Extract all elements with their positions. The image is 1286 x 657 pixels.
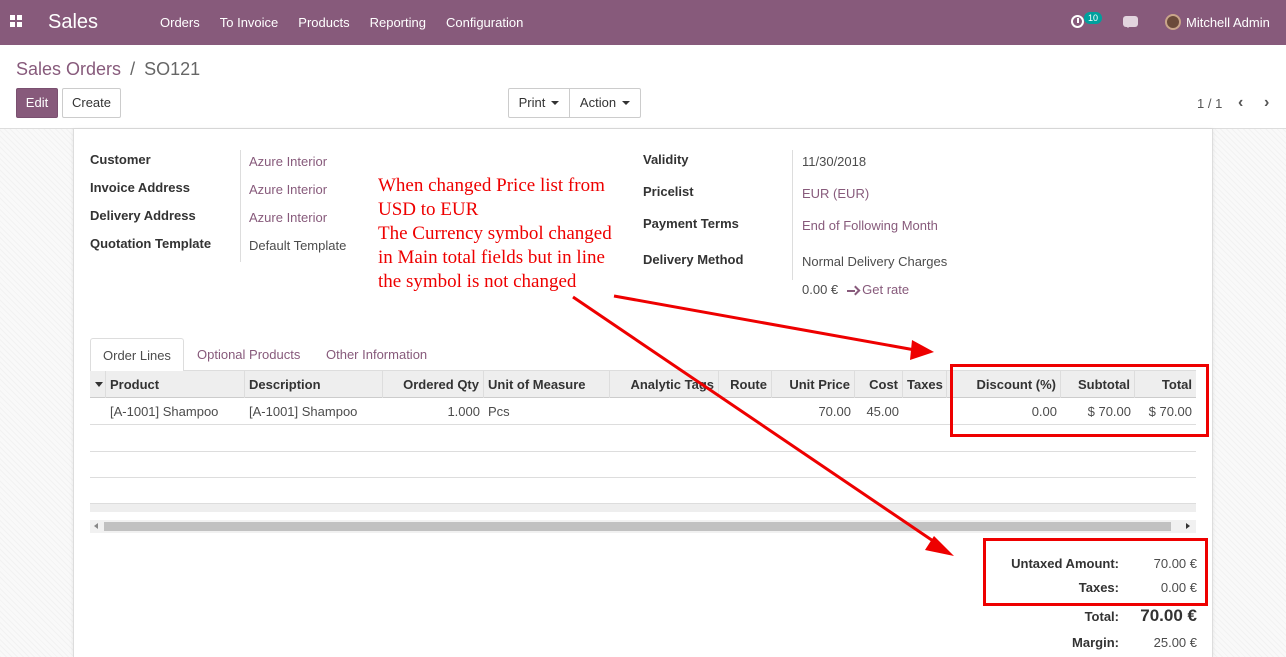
tab-optional-products[interactable]: Optional Products	[185, 338, 312, 371]
menu-configuration[interactable]: Configuration	[436, 0, 533, 45]
chat-icon[interactable]	[1123, 16, 1138, 28]
payment-terms-label: Payment Terms	[643, 216, 739, 231]
col-ordered-qty[interactable]: Ordered Qty	[383, 371, 484, 398]
validity-field[interactable]: 11/30/2018	[802, 154, 866, 169]
annotation-line: When changed Price list from	[378, 175, 605, 196]
highlight-box-totals	[983, 538, 1208, 606]
table-row-empty	[90, 452, 1196, 478]
customer-field[interactable]: Azure Interior	[249, 154, 327, 169]
pricelist-field[interactable]: EUR (EUR)	[802, 186, 869, 201]
cell-product[interactable]: [A-1001] Shampoo	[106, 399, 245, 425]
get-rate-link[interactable]: Get rate	[862, 282, 909, 297]
action-label: Action	[579, 95, 617, 110]
cell-route[interactable]	[719, 399, 772, 425]
caret-down-icon	[551, 100, 560, 105]
annotation-line: USD to EUR	[378, 199, 479, 220]
margin-label: Margin:	[1072, 635, 1119, 650]
breadcrumb-sales-orders[interactable]: Sales Orders	[16, 59, 121, 79]
label-divider	[792, 150, 793, 280]
menu-products[interactable]: Products	[288, 0, 359, 45]
col-description[interactable]: Description	[245, 371, 383, 398]
delivery-price-row: 0.00 € Get rate	[802, 282, 909, 297]
pricelist-label: Pricelist	[643, 184, 694, 199]
delivery-address-label: Delivery Address	[90, 208, 196, 223]
total-value: 70.00 €	[1140, 606, 1197, 625]
margin-value: 25.00 €	[1153, 635, 1197, 650]
horizontal-scrollbar[interactable]	[90, 520, 1196, 533]
col-product[interactable]: Product	[106, 371, 245, 398]
payment-terms-field[interactable]: End of Following Month	[802, 218, 938, 233]
user-menu[interactable]: Mitchell Admin	[1186, 15, 1270, 30]
invoice-address-label: Invoice Address	[90, 180, 190, 195]
app-name: Sales	[48, 11, 99, 33]
arrow-right-icon	[847, 286, 859, 296]
pager-value[interactable]: 1 / 1	[1197, 96, 1222, 111]
edit-button[interactable]: Edit	[16, 88, 58, 118]
tab-order-lines[interactable]: Order Lines	[90, 338, 184, 372]
scroll-thumb[interactable]	[104, 522, 1171, 531]
apps-menu-icon[interactable]	[10, 15, 23, 28]
validity-label: Validity	[643, 152, 689, 167]
annotation-line: in Main total fields but in line	[378, 247, 605, 268]
col-route[interactable]: Route	[719, 371, 772, 398]
cell-taxes[interactable]	[903, 399, 947, 425]
activity-count-badge: 10	[1084, 12, 1103, 24]
col-taxes[interactable]: Taxes	[903, 371, 947, 398]
quotation-template-field[interactable]: Default Template	[249, 238, 346, 253]
caret-down-icon	[622, 100, 631, 105]
annotation-line: the symbol is not changed	[378, 271, 577, 292]
col-unit-price[interactable]: Unit Price	[772, 371, 855, 398]
chevron-right-icon[interactable]: ›	[1264, 95, 1274, 111]
col-unit-of-measure[interactable]: Unit of Measure	[484, 371, 610, 398]
delivery-address-field[interactable]: Azure Interior	[249, 210, 327, 225]
delivery-price: 0.00 €	[802, 282, 839, 297]
customer-label: Customer	[90, 152, 151, 167]
table-row-empty	[90, 478, 1196, 504]
annotation-line: The Currency symbol changed	[378, 223, 612, 244]
breadcrumb-separator: /	[130, 59, 136, 79]
print-dropdown[interactable]: Print	[508, 88, 570, 118]
col-cost[interactable]: Cost	[855, 371, 903, 398]
highlight-box-line-columns	[950, 364, 1209, 437]
delivery-method-field[interactable]: Normal Delivery Charges	[802, 254, 947, 269]
total-label: Total:	[1084, 609, 1119, 624]
cell-description[interactable]: [A-1001] Shampoo	[245, 399, 383, 425]
cell-cost[interactable]: 45.00	[855, 399, 903, 425]
menu-orders[interactable]: Orders	[150, 0, 210, 45]
breadcrumb: Sales Orders / SO121	[16, 59, 200, 80]
create-button[interactable]: Create	[62, 88, 121, 118]
delivery-method-label: Delivery Method	[643, 252, 744, 267]
scroll-left-icon[interactable]	[94, 523, 98, 529]
table-footer	[90, 503, 1196, 512]
cell-ordered-qty[interactable]: 1.000	[383, 399, 484, 425]
cell-unit-price[interactable]: 70.00	[772, 399, 855, 425]
tab-other-information[interactable]: Other Information	[314, 338, 439, 371]
menu-to-invoice[interactable]: To Invoice	[210, 0, 289, 45]
menu-reporting[interactable]: Reporting	[360, 0, 436, 45]
annotation-note: When changed Price list from USD to EUR …	[378, 174, 648, 294]
label-divider	[240, 150, 241, 262]
caret-down-icon	[95, 382, 103, 387]
quotation-template-label: Quotation Template	[90, 236, 212, 251]
print-label: Print	[518, 95, 546, 110]
cell-unit-of-measure[interactable]: Pcs	[484, 399, 610, 425]
breadcrumb-current: SO121	[144, 59, 201, 79]
activity-clock-icon[interactable]	[1071, 15, 1084, 28]
user-avatar[interactable]	[1165, 14, 1181, 30]
action-dropdown[interactable]: Action	[569, 88, 641, 118]
col-analytic-tags[interactable]: Analytic Tags	[610, 371, 719, 398]
cell-analytic-tags[interactable]	[610, 399, 719, 425]
top-navbar: Sales Orders To Invoice Products Reporti…	[0, 0, 1286, 45]
main-menu: Orders To Invoice Products Reporting Con…	[150, 0, 533, 45]
chevron-left-icon[interactable]: ‹	[1238, 95, 1248, 111]
sort-handle[interactable]	[90, 371, 106, 398]
invoice-address-field[interactable]: Azure Interior	[249, 182, 327, 197]
scroll-right-icon[interactable]	[1186, 523, 1190, 529]
